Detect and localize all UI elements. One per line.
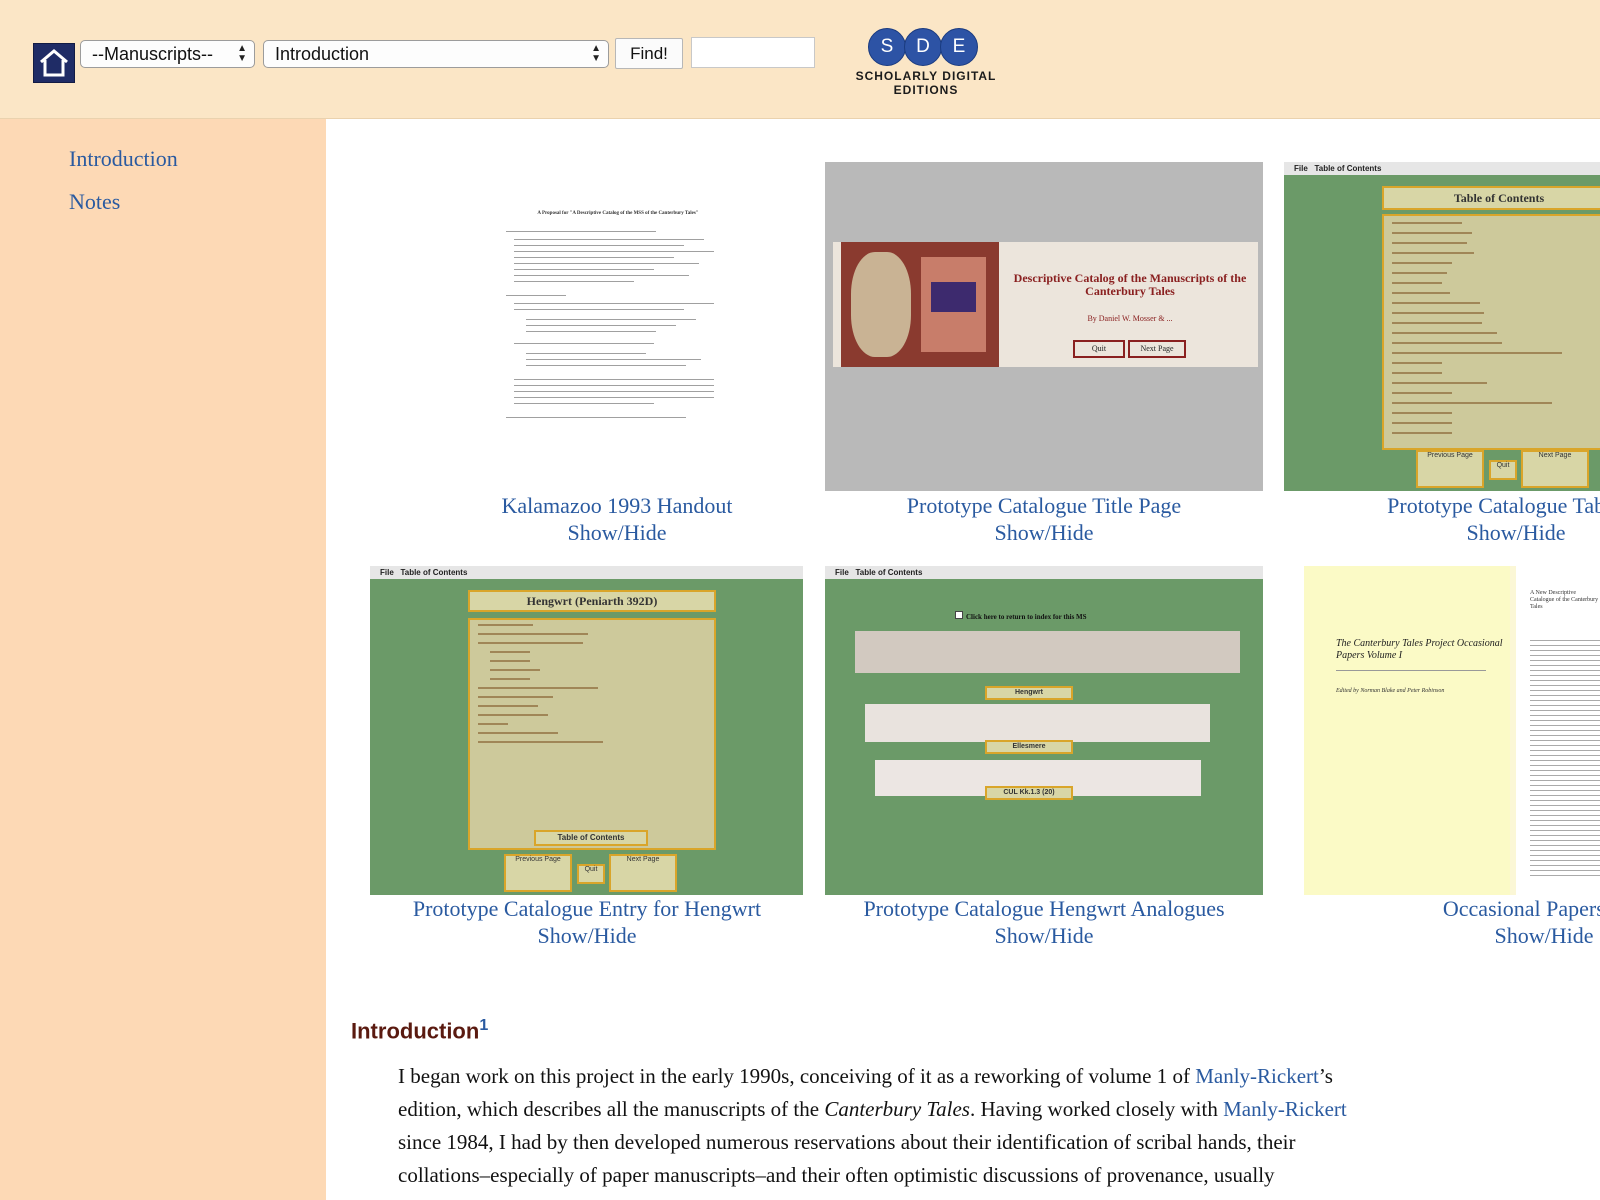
manuscripts-select[interactable]: --Manuscripts-- ▲ ▼ bbox=[80, 40, 255, 68]
thumbnail-kalamazoo-handout[interactable]: A Proposal for "A Descriptive Catalog of… bbox=[486, 161, 748, 451]
sidebar: Introduction Notes bbox=[0, 119, 326, 1200]
handout-title: A Proposal for "A Descriptive Catalog of… bbox=[537, 211, 699, 216]
gallery-caption: Prototype Catalogue Hengwrt Analogues Sh… bbox=[824, 895, 1264, 949]
section-heading-text: Introduction bbox=[351, 1018, 480, 1044]
analogue-label: Hengwrt bbox=[985, 686, 1073, 700]
show-hide-toggle[interactable]: Show/Hide bbox=[372, 922, 802, 949]
occ-inner-page: A New Descriptive Catalogue of the Cante… bbox=[1516, 566, 1600, 895]
search-input[interactable] bbox=[691, 37, 815, 68]
toc-heading: Table of Contents bbox=[1382, 186, 1600, 210]
gallery-caption: Prototype Catalogue Entry for Hengwrt Sh… bbox=[372, 895, 802, 949]
manly-rickert-link[interactable]: Manly-Rickert bbox=[1195, 1064, 1319, 1088]
caption-link-entry-hengwrt[interactable]: Prototype Catalogue Entry for Hengwrt bbox=[372, 895, 802, 922]
show-hide-toggle[interactable]: Show/Hide bbox=[844, 519, 1244, 546]
occ-right-title: A New Descriptive Catalogue of the Cante… bbox=[1530, 590, 1599, 610]
hengwrt-list-panel bbox=[468, 618, 716, 850]
logo-letter: E bbox=[940, 28, 978, 66]
title-page-heading: Descriptive Catalog of the Manuscripts o… bbox=[1013, 271, 1247, 298]
show-hide-toggle[interactable]: Show/Hide bbox=[1306, 519, 1600, 546]
title-next-button: Next Page bbox=[1128, 340, 1186, 358]
caption-link-title-page[interactable]: Prototype Catalogue Title Page bbox=[844, 492, 1244, 519]
caption-link-table-of-contents[interactable]: Prototype Catalogue Table of bbox=[1306, 492, 1600, 519]
title-quit-button: Quit bbox=[1073, 340, 1125, 358]
hengwrt-next-button: Next Page bbox=[609, 854, 677, 892]
select-arrows-icon: ▲ ▼ bbox=[591, 43, 601, 64]
gallery-caption: Prototype Catalogue Title Page Show/Hide bbox=[844, 492, 1244, 546]
home-button[interactable] bbox=[33, 43, 75, 83]
section-select-value: Introduction bbox=[275, 44, 370, 64]
select-arrows-icon: ▲ ▼ bbox=[237, 43, 247, 64]
sde-logo[interactable]: S D E SCHOLARLY DIGITAL EDITIONS bbox=[824, 28, 1028, 97]
analogue-label: Ellesmere bbox=[985, 740, 1073, 754]
thumb-menubar: File Table of Contents bbox=[825, 566, 1263, 579]
title-page-banner: Descriptive Catalog of the Manuscripts o… bbox=[833, 242, 1258, 367]
toc-previous-button: Previous Page bbox=[1416, 450, 1484, 488]
occ-cover: The Canterbury Tales Project Occasional … bbox=[1304, 566, 1510, 895]
manly-rickert-link[interactable]: Manly-Rickert bbox=[1223, 1097, 1347, 1121]
title-page-author: By Daniel W. Mosser & ... bbox=[1087, 314, 1173, 323]
find-button[interactable]: Find! bbox=[615, 38, 683, 69]
intro-paragraph: I began work on this project in the earl… bbox=[398, 1064, 1347, 1187]
gallery-caption: Prototype Catalogue Table of Show/Hide bbox=[1306, 492, 1600, 546]
toolbar: --Manuscripts-- ▲ ▼ Introduction ▲ ▼ Find!… bbox=[0, 0, 1600, 119]
sidebar-item-introduction[interactable]: Introduction bbox=[69, 146, 178, 172]
thumbnail-title-page[interactable]: Descriptive Catalog of the Manuscripts o… bbox=[825, 162, 1263, 491]
manuscripts-select-value: --Manuscripts-- bbox=[92, 44, 214, 64]
toc-next-button: Next Page bbox=[1521, 450, 1589, 488]
hengwrt-heading: Hengwrt (Peniarth 392D) bbox=[468, 590, 716, 612]
gallery-caption: Occasional Papers 1 es Show/Hide bbox=[1344, 895, 1600, 949]
logo-letter: D bbox=[904, 28, 942, 66]
caption-link-hengwrt-analogues[interactable]: Prototype Catalogue Hengwrt Analogues bbox=[824, 895, 1264, 922]
thumbnail-entry-hengwrt[interactable]: File Table of Contents Hengwrt (Peniarth… bbox=[370, 566, 803, 895]
logo-letter: S bbox=[868, 28, 906, 66]
analogue-label: CUL Kk.1.3 (20) bbox=[985, 786, 1073, 800]
occ-title: The Canterbury Tales Project Occasional … bbox=[1336, 638, 1503, 661]
hengwrt-quit-button: Quit bbox=[577, 864, 605, 884]
illuminated-initial-image bbox=[841, 242, 999, 367]
hengwrt-previous-button: Previous Page bbox=[504, 854, 572, 892]
section-heading: Introduction1 bbox=[351, 1017, 488, 1044]
show-hide-toggle[interactable]: Show/Hide bbox=[824, 922, 1264, 949]
caption-link-kalamazoo[interactable]: Kalamazoo 1993 Handout bbox=[412, 492, 822, 519]
toc-list-panel bbox=[1382, 214, 1600, 450]
show-hide-toggle[interactable]: Show/Hide bbox=[1344, 922, 1600, 949]
toc-quit-button: Quit bbox=[1489, 460, 1517, 480]
hengwrt-toc-button: Table of Contents bbox=[534, 830, 648, 846]
home-icon bbox=[40, 49, 68, 77]
logo-text: SCHOLARLY DIGITAL EDITIONS bbox=[855, 69, 997, 97]
sidebar-item-notes[interactable]: Notes bbox=[69, 189, 120, 215]
thumbnail-hengwrt-analogues[interactable]: File Table of Contents Click here to ret… bbox=[825, 566, 1263, 895]
thumb-menubar: File Table of Contents bbox=[370, 566, 803, 579]
show-hide-toggle[interactable]: Show/Hide bbox=[412, 519, 822, 546]
thumb-menubar: File Table of Contents bbox=[1284, 162, 1600, 175]
manuscript-strip bbox=[865, 704, 1210, 742]
footnote-link[interactable]: 1 bbox=[479, 1017, 488, 1034]
caption-link-occasional-papers[interactable]: Occasional Papers 1 es bbox=[1344, 895, 1600, 922]
thumbnail-occasional-papers[interactable]: The Canterbury Tales Project Occasional … bbox=[1304, 566, 1600, 895]
checkbox-icon bbox=[955, 611, 963, 619]
section-select[interactable]: Introduction ▲ ▼ bbox=[263, 40, 609, 68]
analogues-checkbox-label: Click here to return to index for this M… bbox=[955, 611, 1205, 621]
thumbnail-table-of-contents[interactable]: File Table of Contents Table of Contents bbox=[1284, 162, 1600, 491]
occ-editors: Edited by Norman Blake and Peter Robinso… bbox=[1336, 688, 1445, 694]
gallery-caption: Kalamazoo 1993 Handout Show/Hide bbox=[412, 492, 822, 546]
manuscript-strip bbox=[855, 631, 1240, 673]
image-gallery: A Proposal for "A Descriptive Catalog of… bbox=[326, 119, 1600, 1200]
